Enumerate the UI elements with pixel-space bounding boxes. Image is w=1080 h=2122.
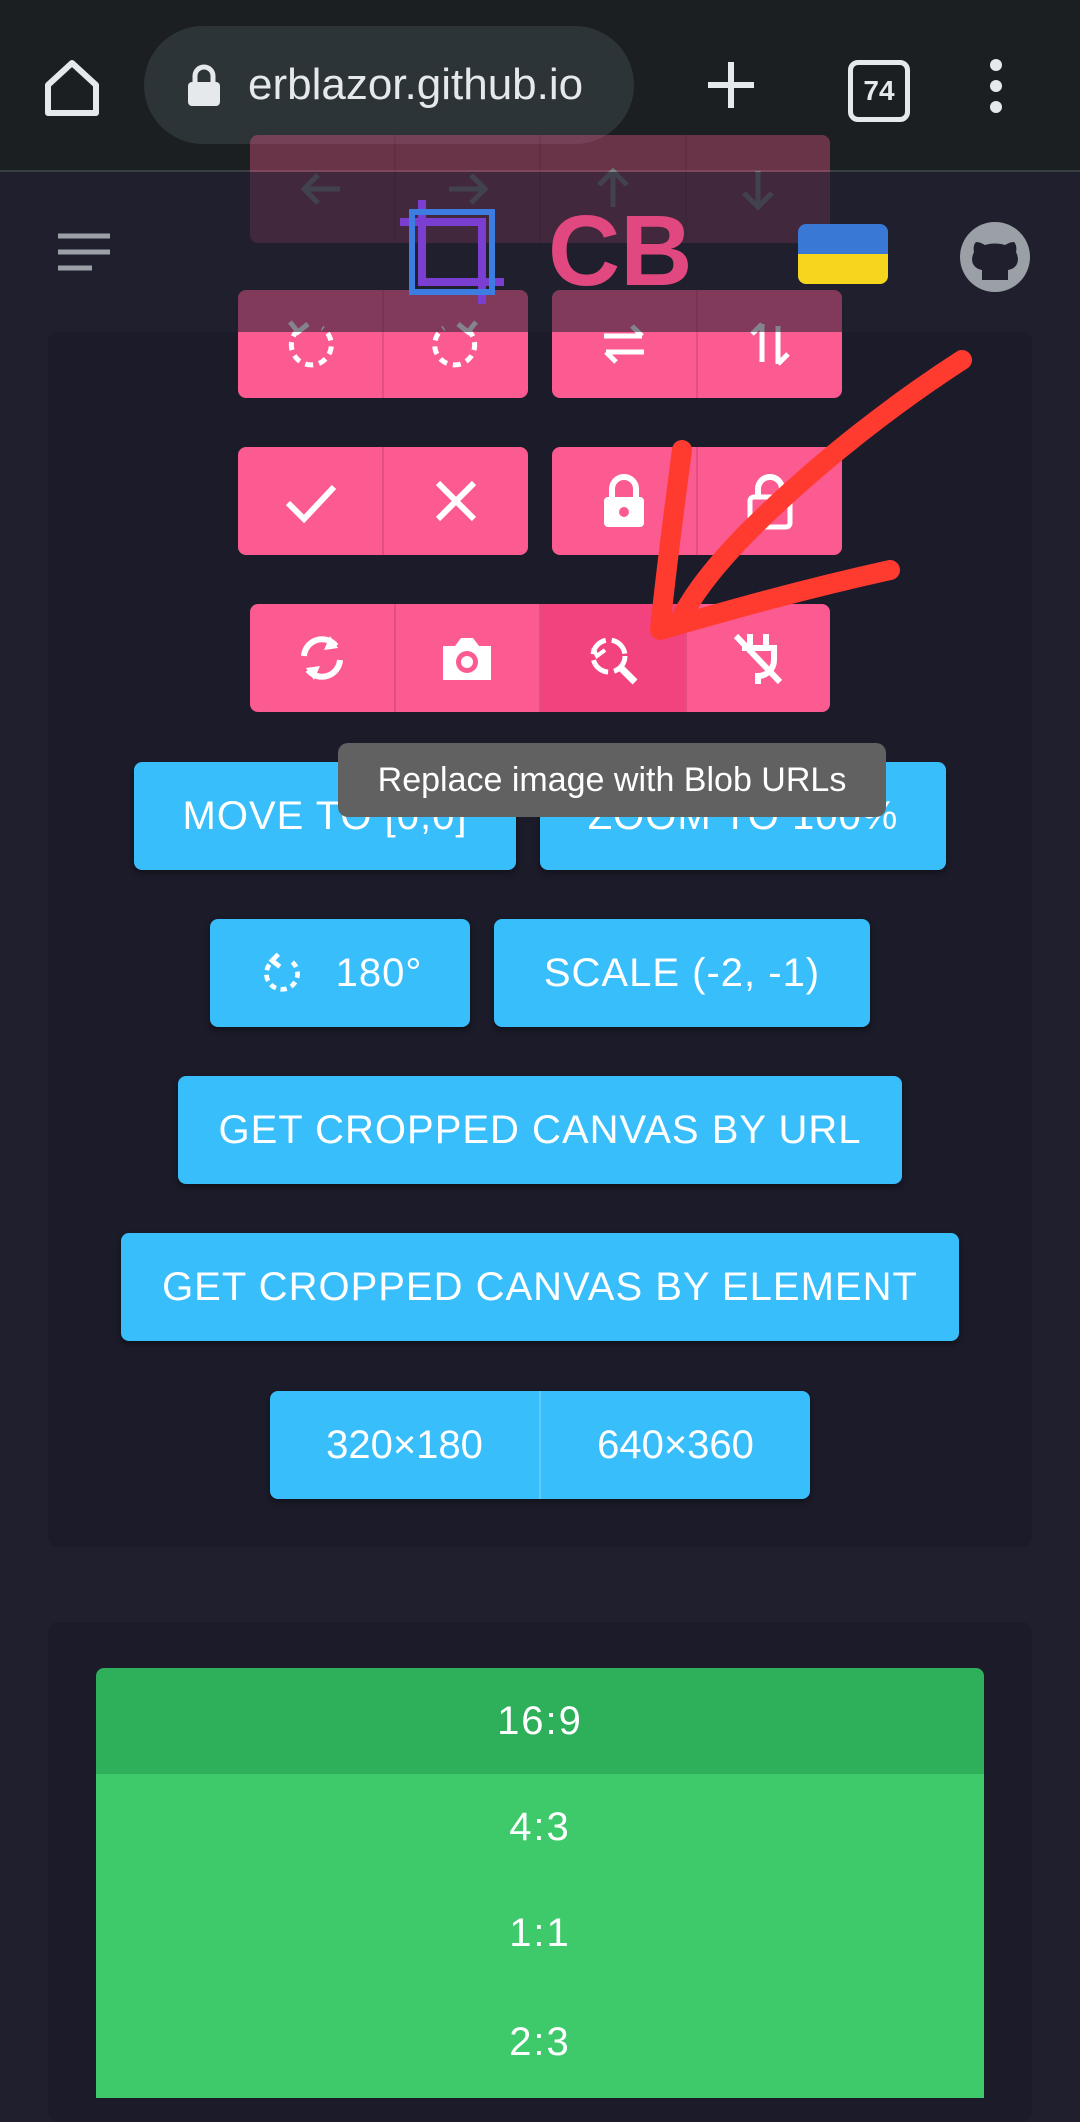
ratio-option[interactable]: 2:3	[96, 1986, 984, 2098]
size-640x360-button[interactable]: 640×360	[541, 1391, 810, 1499]
site-header: CB	[0, 172, 1080, 332]
get-canvas-by-url-button[interactable]: GET CROPPED CANVAS BY URL	[178, 1076, 902, 1184]
reset-button[interactable]	[250, 604, 396, 712]
logo-text: CB	[548, 195, 693, 307]
lock-icon	[184, 64, 224, 108]
address-bar[interactable]: erblazor.github.io	[144, 26, 634, 144]
ukraine-flag-icon[interactable]	[798, 224, 888, 284]
ratio-option[interactable]: 4:3	[96, 1774, 984, 1880]
capture-button[interactable]	[395, 604, 541, 712]
rotate-180-button[interactable]: 180°	[210, 919, 470, 1027]
ratio-option-selected[interactable]: 16:9	[96, 1668, 984, 1774]
github-icon[interactable]	[958, 220, 1032, 294]
clear-button[interactable]	[384, 447, 528, 555]
menu-dots-icon[interactable]	[986, 58, 1006, 114]
get-canvas-by-element-button[interactable]: GET CROPPED CANVAS BY ELEMENT	[121, 1233, 959, 1341]
camera-icon	[443, 638, 492, 680]
url-text: erblazor.github.io	[248, 60, 584, 109]
hamburger-menu-icon[interactable]	[56, 232, 112, 272]
annotation-arrow	[650, 350, 972, 640]
ratio-option[interactable]: 1:1	[96, 1880, 984, 1986]
check-icon	[285, 484, 337, 524]
size-320x180-button[interactable]: 320×180	[270, 1391, 541, 1499]
crop-logo-icon	[392, 192, 512, 312]
crop-button[interactable]	[238, 447, 384, 555]
rotate-right-icon	[263, 952, 300, 992]
rotate-180-label: 180°	[335, 950, 423, 995]
scale-button[interactable]: SCALE (-2, -1)	[494, 919, 870, 1027]
canvas-size-button-group: 320×180 640×360	[270, 1391, 810, 1499]
tooltip: Replace image with Blob URLs	[338, 743, 886, 817]
confirm-button-group	[238, 447, 528, 555]
home-icon[interactable]	[40, 55, 104, 119]
tab-count-button[interactable]: 74	[848, 60, 910, 122]
sync-icon	[300, 636, 343, 680]
close-icon	[435, 480, 477, 522]
new-tab-icon[interactable]	[706, 60, 756, 110]
